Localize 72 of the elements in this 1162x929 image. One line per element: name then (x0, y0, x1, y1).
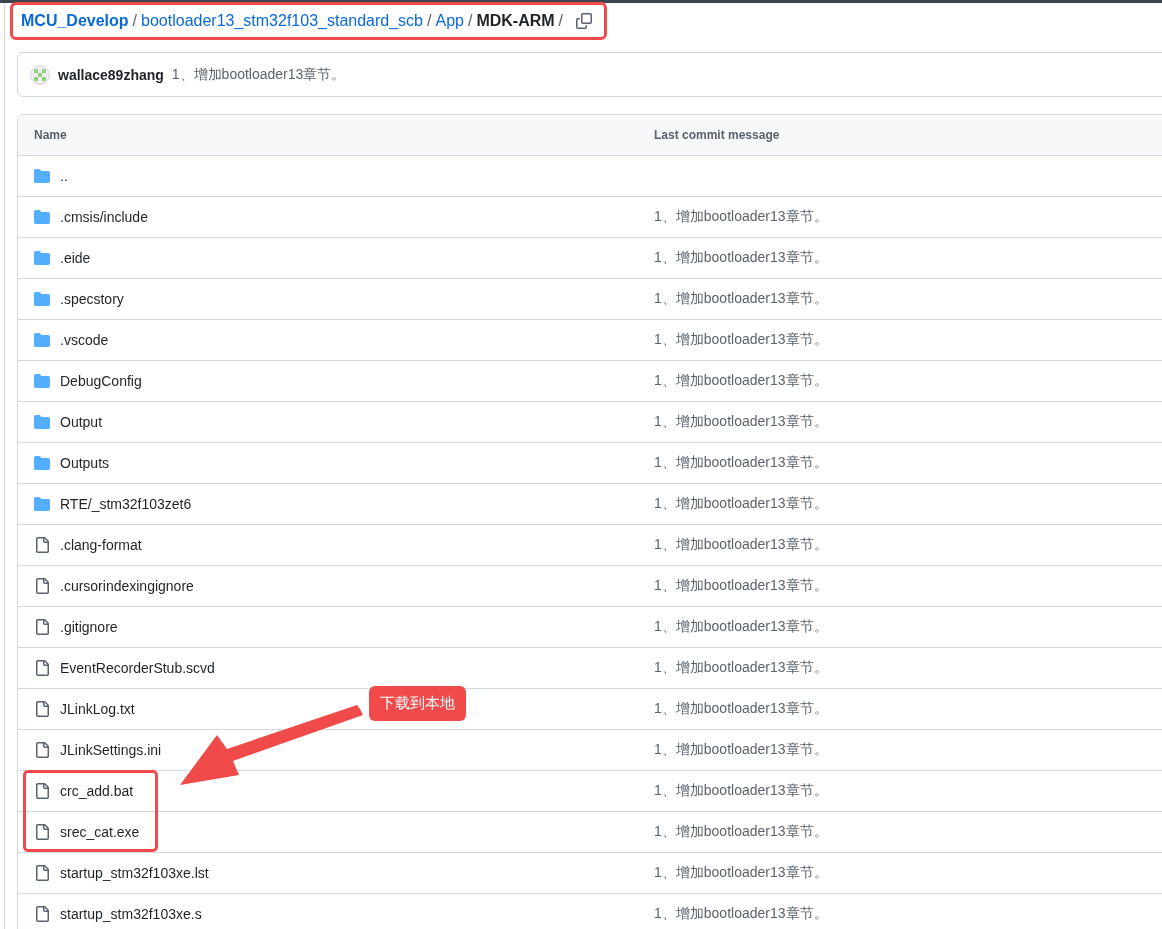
file-name-link[interactable]: JLinkLog.txt (60, 701, 135, 717)
file-name-link[interactable]: .vscode (60, 332, 109, 348)
current-folder-name: MDK-ARM (476, 12, 555, 30)
commit-message-text: 1、增加bootloader13章节。 (653, 864, 828, 882)
file-name-link[interactable]: JLinkSettings.ini (60, 742, 162, 758)
column-header: Last commit message (653, 128, 780, 142)
commit-message-text: 1、增加bootloader13章节。 (653, 905, 828, 923)
file-icon (34, 865, 50, 881)
file-name-link[interactable]: .cmsis/include (60, 209, 148, 225)
folder-icon (34, 168, 50, 184)
commit-message-text: 1、增加bootloader13章节。 (653, 659, 828, 677)
file-name-link[interactable]: RTE/_stm32f103zet6 (60, 496, 192, 512)
file-name-link[interactable]: startup_stm32f103xe.s (60, 906, 202, 922)
commit-message-text: 1、增加bootloader13章节。 (653, 454, 828, 472)
file-icon (34, 783, 50, 799)
file-icon (34, 824, 50, 840)
column-header: Name (33, 128, 67, 142)
file-icon (34, 742, 50, 758)
file-name-link[interactable]: Outputs (60, 455, 110, 471)
file-name-link[interactable]: DebugConfig (60, 373, 142, 389)
file-name-link[interactable]: Output (60, 414, 103, 430)
path-separator: / (558, 12, 564, 30)
file-name-link[interactable]: crc_add.bat (60, 783, 134, 799)
commit-message-text: 1、增加bootloader13章节。 (653, 618, 828, 636)
folder-icon (34, 291, 50, 307)
callout-label: 下载到本地 (369, 686, 466, 721)
breadcrumb-link[interactable]: App (435, 12, 464, 30)
path-separator: / (427, 12, 432, 30)
breadcrumb-link[interactable]: MCU_Develop (21, 12, 129, 30)
folder-icon (34, 332, 50, 348)
file-icon (34, 537, 50, 553)
commit-message-text: 1、增加bootloader13章节。 (653, 782, 828, 800)
file-icon (34, 619, 50, 635)
breadcrumb-link[interactable]: bootloader13_stm32f103_standard_scb (141, 12, 423, 30)
commit-message-text: 1、增加bootloader13章节。 (653, 741, 828, 759)
file-name-link[interactable]: EventRecorderStub.scvd (60, 660, 215, 676)
file-icon (34, 578, 50, 594)
path-separator: / (132, 12, 138, 30)
commit-message-text: 1、增加bootloader13章节。 (653, 413, 828, 431)
file-icon (34, 906, 50, 922)
commit-message-text: 1、增加bootloader13章节。 (171, 65, 346, 84)
commit-message-text: 1、增加bootloader13章节。 (653, 290, 828, 308)
folder-icon (34, 414, 50, 430)
file-name-link[interactable]: .clang-format (60, 537, 142, 553)
file-icon (34, 660, 50, 676)
file-name-link[interactable]: startup_stm32f103xe.lst (60, 865, 209, 881)
file-name-link[interactable]: .specstory (60, 291, 124, 307)
commit-message-text: 1、增加bootloader13章节。 (653, 577, 828, 595)
file-icon (34, 701, 50, 717)
commit-author-link[interactable]: wallace89zhang (58, 66, 164, 83)
commit-message-text: 1、增加bootloader13章节。 (653, 700, 828, 718)
folder-icon (34, 496, 50, 512)
copy-icon (576, 13, 592, 29)
file-name-link[interactable]: .cursorindexingignore (60, 578, 194, 594)
path-separator: / (467, 12, 473, 30)
commit-message-text: 1、增加bootloader13章节。 (653, 495, 828, 513)
file-name-link[interactable]: .gitignore (60, 619, 118, 635)
folder-icon (34, 250, 50, 266)
file-name-link[interactable]: srec_cat.exe (60, 824, 140, 840)
commit-message-text: 1、增加bootloader13章节。 (653, 823, 828, 841)
file-name-link[interactable]: .. (60, 168, 68, 184)
commit-message-text: 1、增加bootloader13章节。 (653, 331, 828, 349)
folder-icon (34, 373, 50, 389)
commit-message-text: 1、增加bootloader13章节。 (653, 536, 828, 554)
folder-icon (34, 455, 50, 471)
file-name-link[interactable]: .eide (60, 250, 91, 266)
commit-message-text: 1、增加bootloader13章节。 (653, 249, 828, 267)
commit-message-text: 1、增加bootloader13章节。 (653, 208, 828, 226)
folder-icon (34, 209, 50, 225)
avatar-icon (30, 64, 50, 85)
commit-message-text: 1、增加bootloader13章节。 (653, 372, 828, 390)
copy-path-button[interactable] (574, 11, 594, 31)
